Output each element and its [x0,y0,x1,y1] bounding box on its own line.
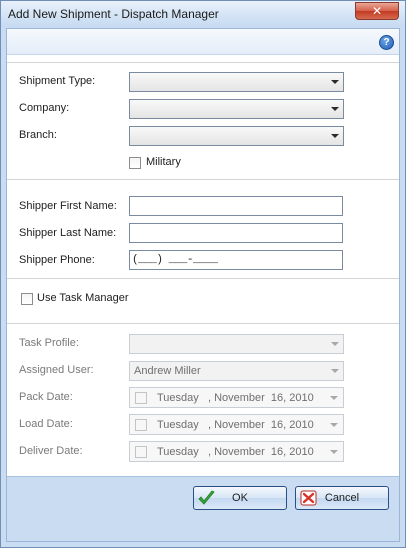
branch-select[interactable] [129,126,344,146]
close-icon: ✕ [371,4,383,18]
military-checkbox[interactable] [129,157,141,169]
load-date-picker[interactable]: Tuesday , November 16, 2010 [129,414,344,435]
pack-date-picker[interactable]: Tuesday , November 16, 2010 [129,387,344,408]
chevron-down-icon [331,369,339,373]
ok-button[interactable]: OK [193,486,287,510]
chevron-down-icon [330,423,338,427]
title-bar: Add New Shipment - Dispatch Manager ✕ [1,1,405,27]
dialog-body: ? Shipment Type: Company: Branch: Milita… [6,28,400,542]
separator [7,179,399,180]
pack-date-value: Tuesday , November 16, 2010 [157,392,314,404]
company-select[interactable] [129,99,344,119]
use-task-manager-label: Use Task Manager [37,292,129,304]
deliver-date-picker[interactable]: Tuesday , November 16, 2010 [129,441,344,462]
pack-date-label: Pack Date: [19,391,73,403]
task-profile-label: Task Profile: [19,337,79,349]
load-date-checkbox[interactable] [135,419,147,431]
shipper-phone-input[interactable]: (___) ___-____ [129,250,343,270]
separator [7,62,399,63]
shipper-first-name-input[interactable] [129,196,343,216]
assigned-user-label: Assigned User: [19,364,94,376]
deliver-date-value: Tuesday , November 16, 2010 [157,446,314,458]
assigned-user-select[interactable]: Andrew Miller [129,361,344,381]
branch-label: Branch: [19,129,57,141]
help-bar: ? [7,29,399,55]
task-profile-select[interactable] [129,334,344,354]
shipper-phone-label: Shipper Phone: [19,254,95,266]
shipment-type-label: Shipment Type: [19,75,96,87]
load-date-label: Load Date: [19,418,73,430]
close-button[interactable]: ✕ [355,2,399,20]
separator [7,278,399,279]
chevron-down-icon [330,450,338,454]
shipper-first-name-label: Shipper First Name: [19,200,117,212]
deliver-date-label: Deliver Date: [19,445,83,457]
chevron-down-icon [330,396,338,400]
chevron-down-icon [331,80,339,84]
shipper-last-name-label: Shipper Last Name: [19,227,117,239]
cancel-label: Cancel [324,492,360,504]
ok-label: OK [232,492,248,504]
assigned-user-value: Andrew Miller [134,365,201,377]
military-label: Military [146,156,181,168]
use-task-manager-checkbox[interactable] [21,293,33,305]
window-title: Add New Shipment - Dispatch Manager [8,7,219,21]
chevron-down-icon [331,134,339,138]
dialog-window: Add New Shipment - Dispatch Manager ✕ ? … [0,0,406,548]
chevron-down-icon [331,342,339,346]
pack-date-checkbox[interactable] [135,392,147,404]
button-bar: OK Cancel [7,476,399,541]
chevron-down-icon [331,107,339,111]
help-icon[interactable]: ? [379,35,394,50]
separator [7,323,399,324]
shipment-type-select[interactable] [129,72,344,92]
cancel-button[interactable]: Cancel [295,486,389,510]
company-label: Company: [19,102,70,114]
shipper-phone-value: (___) ___-____ [132,254,218,266]
load-date-value: Tuesday , November 16, 2010 [157,419,314,431]
deliver-date-checkbox[interactable] [135,446,147,458]
shipper-last-name-input[interactable] [129,223,343,243]
